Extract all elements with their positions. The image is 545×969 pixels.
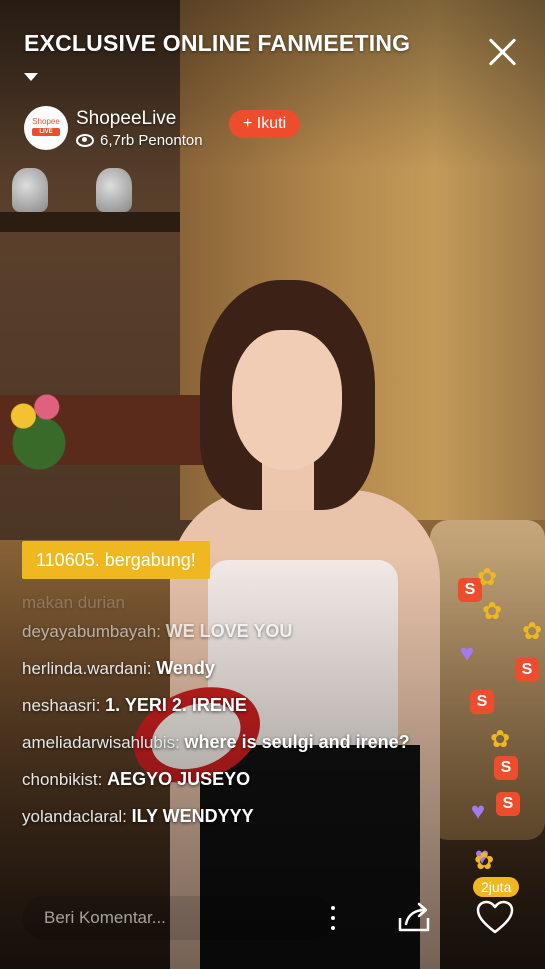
comment-feed[interactable]: makan durian deyayabumbayah: WE LOVE YOU… (22, 592, 422, 842)
flower-icon: ✿ (476, 564, 498, 591)
comment-item: ameliadarwisahlubis: where is seulgi and… (22, 731, 422, 754)
title-expand-icon[interactable] (24, 73, 38, 81)
flower-icon: ✿ (481, 598, 503, 625)
comment-message: WE LOVE YOU (165, 621, 293, 641)
stream-title[interactable]: EXCLUSIVE ONLINE FANMEETING (24, 30, 410, 57)
comment-input[interactable]: Beri Komentar... (22, 896, 334, 940)
eye-icon (76, 134, 94, 147)
comment-user: deyayabumbayah: (22, 622, 161, 641)
avatar-logo-text: Shopee (32, 117, 60, 126)
comment-item: chonbikist: AEGYO JUSEYO (22, 768, 422, 791)
viewer-count: 6,7rb Penonton (76, 132, 203, 149)
comment-item: neshaasri: 1. YERI 2. IRENE (22, 694, 422, 717)
like-heart-icon[interactable] (470, 892, 520, 942)
heart-icon: ♥ (459, 640, 475, 667)
comment-message: where is seulgi and irene? (184, 732, 410, 752)
s-logo-icon: S (496, 792, 520, 816)
comment-item: herlinda.wardani: Wendy (22, 657, 422, 680)
channel-avatar[interactable]: Shopee LIVE (24, 106, 68, 150)
viewer-count-label: 6,7rb Penonton (100, 132, 203, 149)
flower-icon: ✿ (489, 726, 511, 753)
comment-user: yolandaclaral: (22, 807, 127, 826)
comment-message: AEGYO JUSEYO (107, 769, 251, 789)
comment-user: chonbikist: (22, 770, 103, 789)
follow-button[interactable]: + Ikuti (229, 110, 301, 138)
comment-item: makan durian (22, 592, 422, 614)
s-logo-icon: S (470, 690, 494, 714)
heart-icon: ♥ (470, 798, 486, 825)
comment-item: deyayabumbayah: WE LOVE YOU (22, 620, 422, 643)
comment-user: neshaasri: (22, 696, 101, 715)
background-vase (12, 168, 48, 212)
flower-icon: ✿ (473, 848, 495, 875)
streamer-face (232, 330, 342, 470)
background-shelf (0, 212, 185, 232)
background-vase (96, 168, 132, 212)
comment-user: herlinda.wardani: (22, 659, 152, 678)
comment-message: 1. YERI 2. IRENE (105, 695, 247, 715)
channel-name[interactable]: ShopeeLive (76, 108, 176, 130)
comment-user: makan durian (22, 593, 126, 612)
background-flowers (0, 380, 78, 470)
s-logo-icon: S (494, 756, 518, 780)
join-notice: 110605. bergabung! (22, 541, 210, 579)
avatar-live-badge: LIVE (32, 128, 60, 136)
comment-user: ameliadarwisahlubis: (22, 733, 180, 752)
comment-message: Wendy (156, 658, 215, 678)
comment-item: yolandaclaral: ILY WENDYYY (22, 805, 422, 828)
share-icon[interactable] (390, 896, 438, 940)
more-options-icon[interactable] (318, 898, 348, 938)
close-icon[interactable] (482, 32, 522, 72)
comment-message: ILY WENDYYY (131, 806, 254, 826)
s-logo-icon: S (515, 658, 539, 682)
flower-icon: ✿ (521, 618, 543, 645)
